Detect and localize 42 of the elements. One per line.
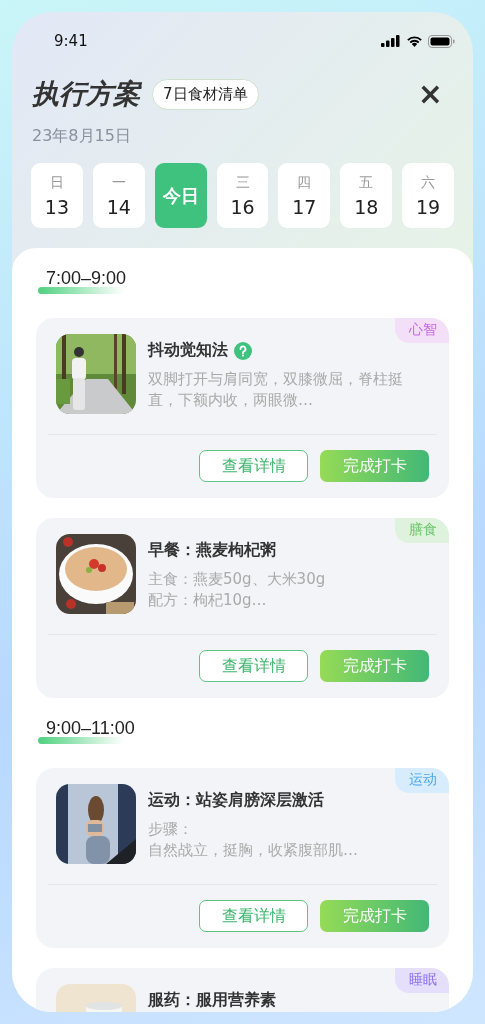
weekday-label: 五: [359, 173, 374, 192]
card-description: 配方：枸杞10g…: [148, 590, 268, 611]
weekday-label: 六: [421, 173, 436, 192]
date-number: 13: [44, 195, 69, 218]
wifi-icon: [406, 35, 423, 47]
date-number: 19: [416, 195, 441, 218]
date-number: 18: [354, 195, 379, 218]
date-label: 23年8月15日: [32, 126, 132, 147]
weekday-label: 日: [49, 173, 64, 192]
card-title: 运动：站姿肩膀深层激活: [148, 790, 324, 811]
card-description: 双脚打开与肩同宽，双膝微屈，脊柱挺直，下额内收，两眼微…: [148, 369, 404, 411]
close-button[interactable]: ×: [413, 79, 447, 109]
status-time: 9:41: [54, 32, 88, 50]
day-tab[interactable]: 四 17: [278, 163, 331, 228]
category-tag: 心智: [395, 318, 449, 343]
day-tab[interactable]: 五 18: [340, 163, 393, 228]
weekday-label: 一: [111, 173, 126, 192]
card-title: 服药：服用营养素: [148, 990, 276, 1011]
card-description: 步骤：: [148, 819, 194, 840]
card-title: 早餐：燕麦枸杞粥: [148, 540, 276, 561]
category-tag: 膳食: [395, 518, 449, 543]
card-title: 抖动觉知法: [148, 340, 228, 361]
page-title: 执行方案: [32, 77, 140, 111]
category-tag: 运动: [395, 768, 449, 793]
battery-icon: [428, 34, 455, 48]
weekday-label: 三: [235, 173, 250, 192]
date-number: 16: [230, 195, 255, 218]
help-icon[interactable]: [234, 341, 252, 360]
day-tab[interactable]: 六 19: [402, 163, 454, 228]
ingredient-list-chip[interactable]: 7日食材清单: [152, 78, 259, 110]
day-tab[interactable]: 三 16: [216, 163, 269, 228]
signal-icon: [381, 35, 401, 47]
day-tab[interactable]: 一 14: [92, 163, 145, 228]
time-range: 9:00–11:00: [46, 718, 135, 738]
day-tab[interactable]: 日 13: [31, 163, 83, 228]
time-range: 7:00–9:00: [46, 268, 127, 288]
card-description: 主食：燕麦50g、大米30g: [148, 569, 326, 590]
date-number: 17: [292, 195, 317, 218]
date-number: 14: [106, 195, 131, 218]
category-tag: 睡眠: [395, 968, 449, 993]
card-description: 自然战立，挺胸，收紧腹部肌…: [148, 840, 358, 861]
weekday-label: 四: [297, 173, 312, 192]
